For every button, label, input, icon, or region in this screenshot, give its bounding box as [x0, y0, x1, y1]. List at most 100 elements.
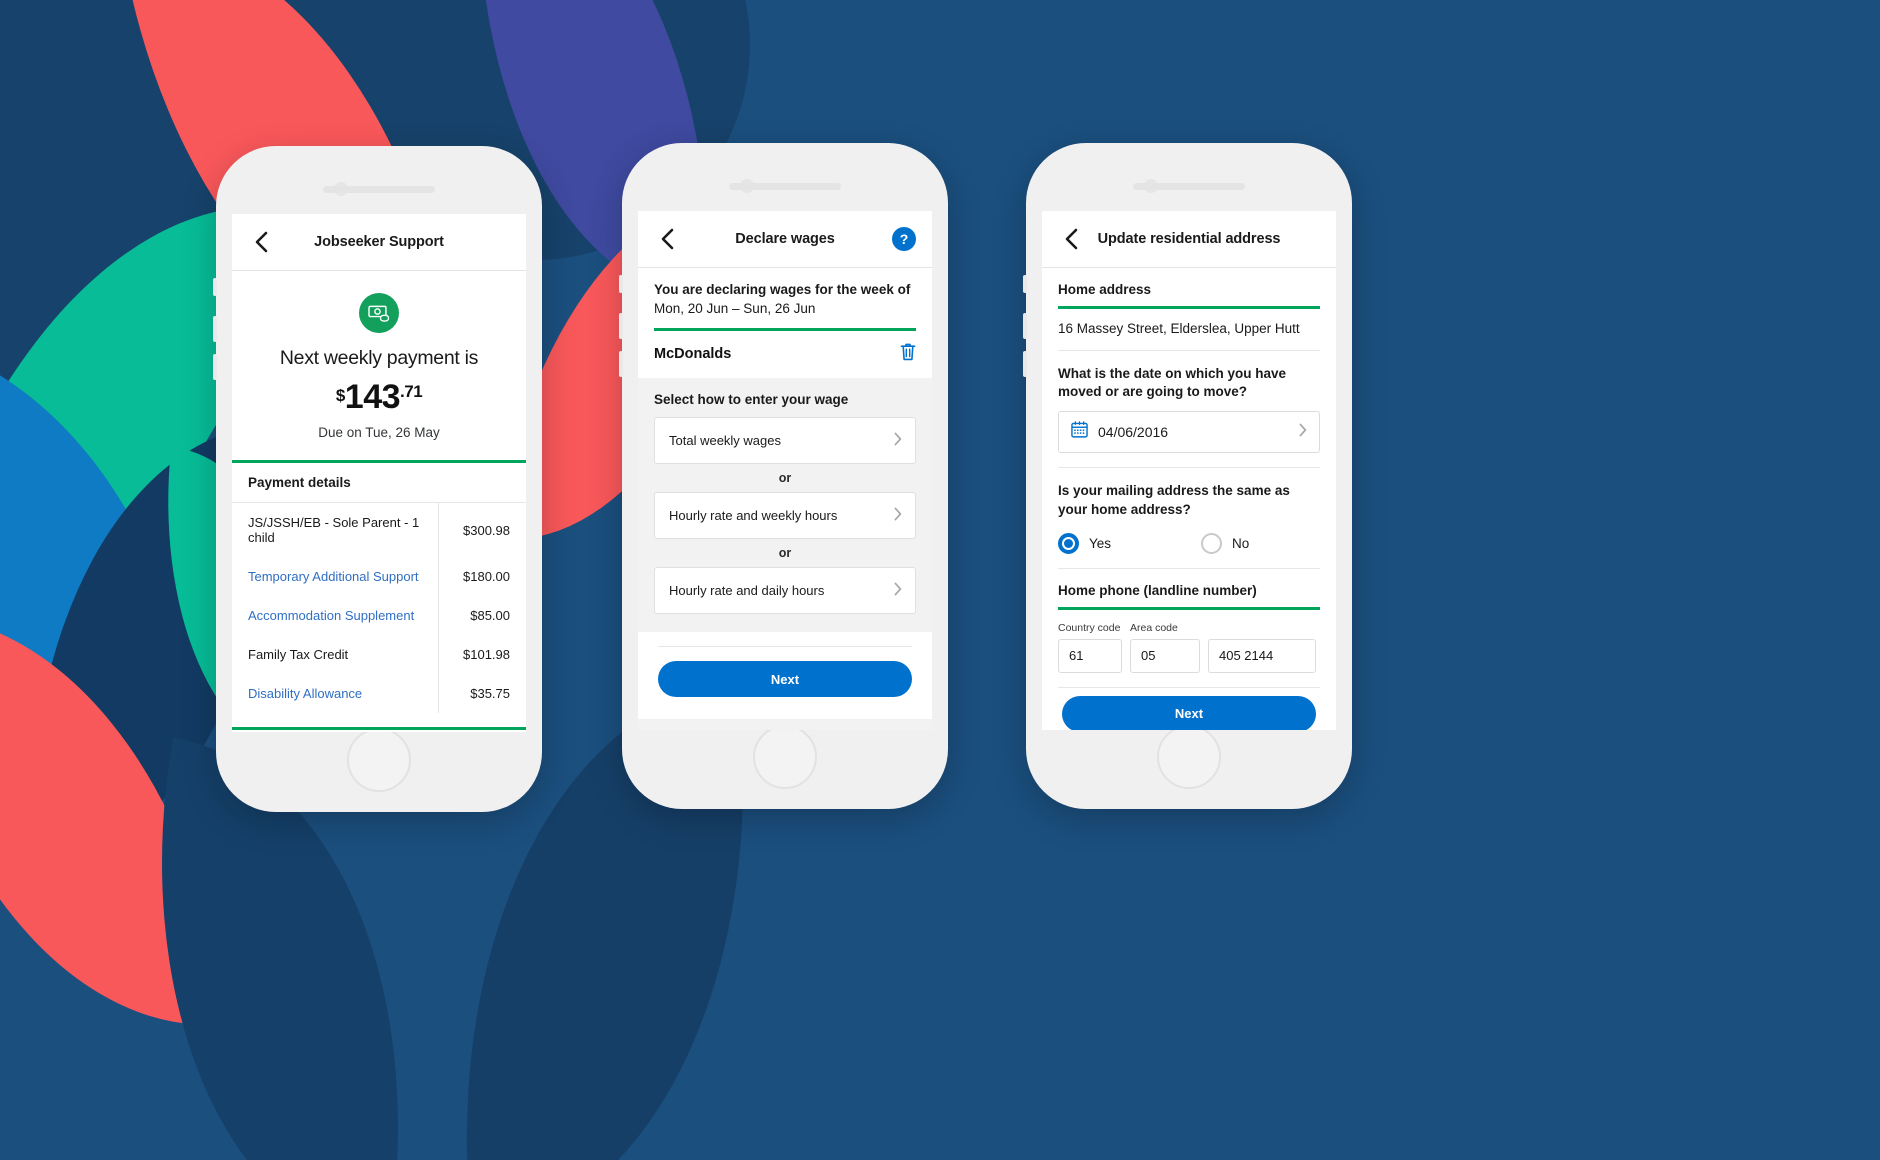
silent-switch[interactable]: [1023, 275, 1027, 293]
or-separator: or: [778, 471, 792, 485]
back-button[interactable]: [1058, 226, 1084, 252]
row-link[interactable]: Disability Allowance: [248, 686, 362, 701]
phone-1-screen: Jobseeker Support Next weekly payment is…: [232, 214, 526, 732]
radio-label: No: [1232, 535, 1250, 551]
row-label: Disability Allowance: [232, 674, 438, 713]
back-button[interactable]: [654, 226, 680, 252]
employer-row: McDonalds: [638, 331, 932, 378]
earpiece-speaker: [729, 183, 841, 190]
move-date-value: 04/06/2016: [1098, 424, 1169, 441]
table-row: Accommodation Supplement $85.00: [232, 596, 526, 635]
phone-number-input[interactable]: [1208, 638, 1316, 673]
volume-down-button[interactable]: [213, 354, 217, 380]
phone-device-3: Update residential address Home address …: [1023, 143, 1352, 809]
deductions-heading: Deductions: [232, 730, 526, 732]
phone-3-navbar: Update residential address: [1042, 211, 1336, 268]
mailing-same-question: Is your mailing address the same as your…: [1058, 483, 1290, 517]
table-row: Disability Allowance $35.75: [232, 674, 526, 713]
amount-cents: .71: [400, 382, 423, 401]
option-label: Hourly rate and weekly hours: [669, 508, 838, 523]
page-title: Update residential address: [1097, 231, 1281, 247]
silent-switch[interactable]: [619, 275, 623, 293]
currency-symbol: $: [335, 386, 345, 405]
earpiece-speaker: [1133, 183, 1245, 190]
move-date-question: What is the date on which you have moved…: [1058, 366, 1287, 400]
row-label: Accommodation Supplement: [232, 596, 438, 635]
country-code-input[interactable]: [1058, 638, 1122, 673]
phone-device-1: Jobseeker Support Next weekly payment is…: [213, 146, 542, 812]
page-title: Jobseeker Support: [314, 234, 444, 250]
option-hourly-rate-weekly-hours[interactable]: Hourly rate and weekly hours: [654, 492, 916, 539]
declaring-week-line2: Mon, 20 Jun – Sun, 26 Jun: [654, 301, 816, 316]
phone-2-footer: Next: [638, 632, 932, 719]
footer-divider: [658, 646, 912, 647]
declaring-week-block: You are declaring wages for the week of …: [638, 268, 932, 328]
row-label: Temporary Additional Support: [232, 557, 438, 596]
earpiece-speaker: [323, 186, 435, 193]
radio-option-yes[interactable]: Yes: [1058, 532, 1111, 554]
volume-up-button[interactable]: [1023, 313, 1027, 339]
row-link[interactable]: Temporary Additional Support: [248, 569, 419, 584]
chevron-right-icon: [894, 432, 902, 449]
calendar-icon: [1071, 421, 1088, 443]
phone-number-group: [1208, 622, 1316, 673]
back-button[interactable]: [248, 229, 274, 255]
screenshot-stage: Jobseeker Support Next weekly payment is…: [0, 0, 1880, 1160]
next-button[interactable]: Next: [658, 661, 912, 697]
radio-indicator-selected: [1058, 532, 1079, 554]
silent-switch[interactable]: [213, 278, 217, 296]
home-address-value: 16 Massey Street, Elderslea, Upper Hutt: [1058, 321, 1300, 336]
row-amount: $300.98: [437, 503, 526, 557]
table-row: JS/JSSH/EB - Sole Parent - 1 child $300.…: [232, 503, 526, 557]
chevron-right-icon: [894, 582, 902, 599]
amount-dollars: 143: [344, 378, 401, 416]
home-button[interactable]: [1157, 725, 1221, 789]
or-separator: or: [778, 546, 792, 560]
volume-up-button[interactable]: [619, 313, 623, 339]
option-hourly-rate-daily-hours[interactable]: Hourly rate and daily hours: [654, 567, 916, 614]
employer-name: McDonalds: [654, 346, 732, 362]
home-phone-fields: Country code Area code: [1058, 618, 1320, 687]
home-button[interactable]: [347, 728, 411, 792]
next-button[interactable]: Next: [1062, 695, 1316, 730]
chevron-left-icon: [255, 231, 268, 253]
radio-option-no[interactable]: No: [1201, 532, 1250, 554]
phone-number-caption: [1208, 622, 1316, 635]
trash-icon[interactable]: [900, 342, 916, 366]
volume-up-button[interactable]: [213, 316, 217, 342]
payment-hero: Next weekly payment is $143.71 Due on Tu…: [232, 271, 526, 460]
home-button[interactable]: [753, 725, 817, 789]
row-label: JS/JSSH/EB - Sole Parent - 1 child: [248, 515, 420, 545]
payment-amount: $143.71: [250, 378, 508, 417]
money-note-icon: [359, 293, 399, 333]
declaring-week-line1: You are declaring wages for the week of: [654, 282, 911, 297]
payment-details-heading: Payment details: [248, 475, 351, 490]
row-link[interactable]: Accommodation Supplement: [248, 608, 414, 623]
home-address-section: Home address 16 Massey Street, Elderslea…: [1042, 268, 1336, 688]
row-label: Family Tax Credit: [248, 647, 349, 662]
table-row: Temporary Additional Support $180.00: [232, 557, 526, 596]
country-code-group: Country code: [1058, 622, 1122, 673]
wage-entry-section: Select how to enter your wage Total week…: [638, 378, 932, 632]
row-amount: $85.00: [437, 596, 526, 635]
payment-heading: Next weekly payment is: [279, 347, 479, 369]
chevron-left-icon: [1065, 228, 1078, 250]
move-date-field[interactable]: 04/06/2016: [1058, 411, 1320, 454]
country-code-caption: Country code: [1058, 621, 1121, 634]
chevron-left-icon: [661, 228, 674, 250]
volume-down-button[interactable]: [619, 351, 623, 377]
volume-down-button[interactable]: [1023, 351, 1027, 377]
chevron-right-icon: [894, 507, 902, 524]
select-wage-label: Select how to enter your wage: [654, 392, 849, 407]
row-amount: $35.75: [437, 674, 526, 713]
chevron-right-icon: [1299, 423, 1307, 442]
area-code-group: Area code: [1130, 622, 1200, 673]
option-label: Total weekly wages: [669, 433, 781, 448]
section-divider-green: [1058, 606, 1320, 610]
area-code-input[interactable]: [1130, 638, 1200, 673]
question-mark-icon[interactable]: ?: [892, 227, 916, 251]
phone-1-navbar: Jobseeker Support: [232, 214, 526, 271]
option-total-weekly-wages[interactable]: Total weekly wages: [654, 417, 916, 464]
option-label: Hourly rate and daily hours: [669, 583, 825, 598]
